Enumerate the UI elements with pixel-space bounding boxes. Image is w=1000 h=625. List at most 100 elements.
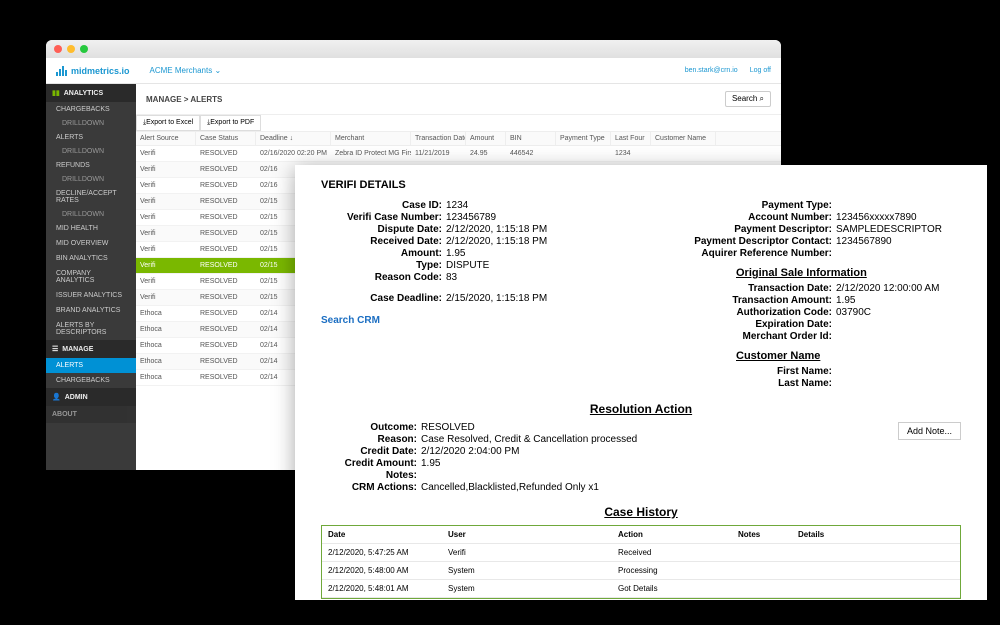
first-name-value xyxy=(836,366,961,377)
payment-type-value xyxy=(836,200,961,211)
credit-date-value: 2/12/2020 2:04:00 PM xyxy=(421,446,961,457)
notes-label: Notes: xyxy=(321,470,421,481)
maximize-icon[interactable] xyxy=(80,45,88,53)
authorization-code-label: Authorization Code: xyxy=(666,307,836,318)
sidebar-item[interactable]: CHARGEBACKS xyxy=(46,373,136,388)
column-header[interactable]: Deadline ↓ xyxy=(256,132,331,145)
column-header[interactable]: Transaction Date xyxy=(411,132,466,145)
credit-date-label: Credit Date: xyxy=(321,446,421,457)
last-name-label: Last Name: xyxy=(666,378,836,389)
history-column-header: User xyxy=(442,526,612,543)
sidebar-item[interactable]: BIN ANALYTICS xyxy=(46,251,136,266)
history-row[interactable]: 2/12/2020, 5:48:01 AMSystemGot Details xyxy=(322,580,960,598)
export-row: ⤓Export to Excel ⤓Export to PDF xyxy=(136,115,781,132)
column-header[interactable]: Merchant xyxy=(331,132,411,145)
history-column-header: Details xyxy=(792,526,852,543)
history-cell: 2/12/2020, 5:48:01 AM xyxy=(322,580,442,597)
history-row[interactable]: 2/12/2020, 5:48:00 AMSystemProcessing xyxy=(322,562,960,580)
top-bar: midmetrics.io ACME Merchants ⌄ ben.stark… xyxy=(46,58,781,84)
table-cell: RESOLVED xyxy=(196,194,256,209)
sidebar-item[interactable]: COMPANY ANALYTICS xyxy=(46,266,136,288)
column-header[interactable]: Payment Type xyxy=(556,132,611,145)
add-note-button[interactable]: Add Note... xyxy=(898,422,961,440)
column-header[interactable]: Amount xyxy=(466,132,506,145)
sidebar-item[interactable]: ISSUER ANALYTICS xyxy=(46,288,136,303)
transaction-amount-label: Transaction Amount: xyxy=(666,295,836,306)
history-cell xyxy=(732,544,792,561)
sidebar-item[interactable]: DRILLDOWN xyxy=(46,117,136,130)
sidebar-section-manage[interactable]: ☰ MANAGE xyxy=(46,340,136,358)
merchant-order-id-label: Merchant Order Id: xyxy=(666,331,836,342)
history-cell xyxy=(792,562,852,579)
crm-actions-label: CRM Actions: xyxy=(321,482,421,493)
amount-label: Amount: xyxy=(321,248,446,259)
sidebar-section-about[interactable]: ABOUT xyxy=(46,406,136,423)
account-switcher[interactable]: ACME Merchants ⌄ xyxy=(150,66,222,75)
payment-descriptor-label: Payment Descriptor: xyxy=(666,224,836,235)
table-cell xyxy=(651,150,716,158)
close-icon[interactable] xyxy=(54,45,62,53)
column-header[interactable]: Last Four xyxy=(611,132,651,145)
table-cell: Verifi xyxy=(136,290,196,305)
type-value: DISPUTE xyxy=(446,260,616,271)
history-cell xyxy=(732,580,792,597)
export-pdf-button[interactable]: ⤓Export to PDF xyxy=(200,115,261,131)
case-history-heading: Case History xyxy=(321,505,961,519)
case-id-value: 1234 xyxy=(446,200,616,211)
sidebar-item[interactable]: ALERTS BY DESCRIPTORS xyxy=(46,318,136,340)
history-cell: Verifi xyxy=(442,544,612,561)
table-cell: RESOLVED xyxy=(196,306,256,321)
history-column-header: Notes xyxy=(732,526,792,543)
table-cell: RESOLVED xyxy=(196,146,256,161)
table-cell: Verifi xyxy=(136,242,196,257)
admin-icon: 👤 xyxy=(52,393,61,401)
merchant-order-id-value xyxy=(836,331,961,342)
table-row[interactable]: VerifiRESOLVED02/16/2020 02:20 PMZebra I… xyxy=(136,146,781,162)
table-cell: 11/21/2019 xyxy=(411,146,466,161)
payment-type-label: Payment Type: xyxy=(666,200,836,211)
history-cell: Got Details xyxy=(612,580,732,597)
brand-logo[interactable]: midmetrics.io xyxy=(56,66,130,76)
table-cell: RESOLVED xyxy=(196,354,256,369)
minimize-icon[interactable] xyxy=(67,45,75,53)
sidebar-item[interactable]: DRILLDOWN xyxy=(46,208,136,221)
sidebar-item[interactable]: MID OVERVIEW xyxy=(46,236,136,251)
sidebar-item[interactable]: DRILLDOWN xyxy=(46,173,136,186)
column-header[interactable]: Case Status xyxy=(196,132,256,145)
sidebar-item[interactable]: ALERTS xyxy=(46,130,136,145)
history-cell: Received xyxy=(612,544,732,561)
column-header[interactable]: BIN xyxy=(506,132,556,145)
column-header[interactable]: Customer Name xyxy=(651,132,716,145)
search-crm-link[interactable]: Search CRM xyxy=(321,315,380,326)
credit-amount-label: Credit Amount: xyxy=(321,458,421,469)
customer-name-heading: Customer Name xyxy=(736,350,961,362)
sidebar-item[interactable]: MID HEALTH xyxy=(46,221,136,236)
table-cell: RESOLVED xyxy=(196,226,256,241)
payment-descriptor-value: SAMPLEDESCRIPTOR xyxy=(836,224,961,235)
sidebar-item[interactable]: BRAND ANALYTICS xyxy=(46,303,136,318)
type-label: Type: xyxy=(321,260,446,271)
export-excel-button[interactable]: ⤓Export to Excel xyxy=(136,115,200,131)
table-cell: Ethoca xyxy=(136,338,196,353)
user-link[interactable]: ben.stark@crn.io xyxy=(685,67,738,74)
reason-value: Case Resolved, Credit & Cancellation pro… xyxy=(421,434,898,445)
sidebar-section-analytics[interactable]: ▮▮ ANALYTICS xyxy=(46,84,136,102)
table-cell: 02/16/2020 02:20 PM xyxy=(256,146,331,161)
logoff-link[interactable]: Log off xyxy=(750,67,771,74)
sidebar-item[interactable]: ALERTS xyxy=(46,358,136,373)
sidebar-item[interactable]: REFUNDS xyxy=(46,158,136,173)
sidebar-section-admin[interactable]: 👤 ADMIN xyxy=(46,388,136,406)
table-cell: RESOLVED xyxy=(196,258,256,273)
search-button[interactable]: Search ⌕ xyxy=(725,91,771,107)
history-row[interactable]: 2/12/2020, 5:47:25 AMVerifiReceived xyxy=(322,544,960,562)
table-cell: Ethoca xyxy=(136,354,196,369)
table-cell: 446542 xyxy=(506,146,556,161)
table-cell: RESOLVED xyxy=(196,322,256,337)
received-date-value: 2/12/2020, 1:15:18 PM xyxy=(446,236,616,247)
sidebar-item[interactable]: CHARGEBACKS xyxy=(46,102,136,117)
payment-descriptor-contact-label: Payment Descriptor Contact: xyxy=(666,236,836,247)
resolution-heading: Resolution Action xyxy=(321,402,961,416)
sidebar-item[interactable]: DECLINE/ACCEPT RATES xyxy=(46,186,136,208)
sidebar-item[interactable]: DRILLDOWN xyxy=(46,145,136,158)
column-header[interactable]: Alert Source xyxy=(136,132,196,145)
